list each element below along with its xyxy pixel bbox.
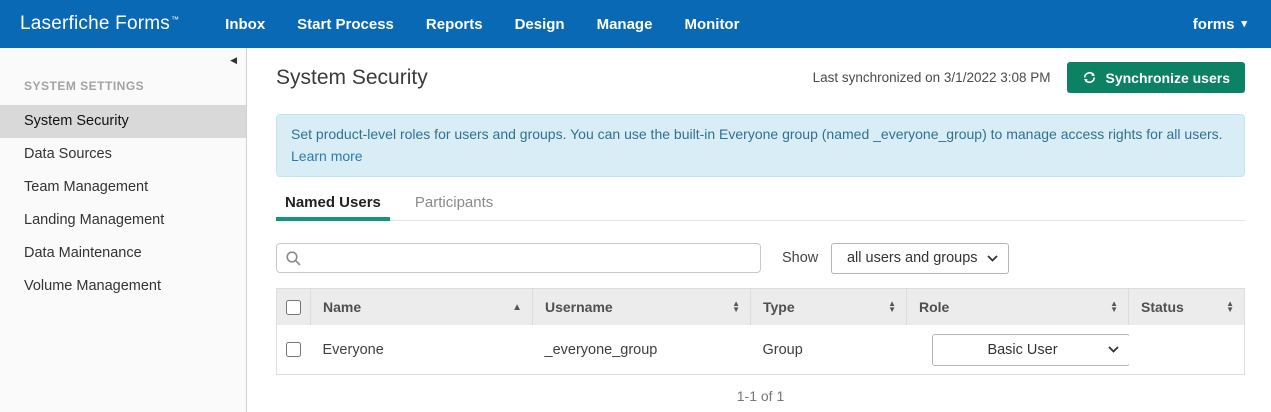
brand-text: Laserfiche Forms bbox=[20, 13, 170, 34]
nav-item-start-process[interactable]: Start Process bbox=[281, 16, 410, 33]
nav-item-reports[interactable]: Reports bbox=[410, 16, 499, 33]
column-header-username[interactable]: Username ▲ ▼ bbox=[532, 288, 751, 326]
sort-icon: ▲ ▼ bbox=[732, 299, 740, 315]
sync-refresh-icon bbox=[1083, 72, 1095, 83]
nav-item-design[interactable]: Design bbox=[499, 16, 581, 33]
users-table: Name ▲ Username ▲ ▼ Type ▲ ▼ Role ▲ ▼ Statu… bbox=[276, 287, 1245, 375]
search-box bbox=[276, 243, 761, 274]
trademark-symbol: ™ bbox=[170, 14, 180, 24]
search-icon bbox=[286, 251, 301, 266]
sidebar-item-data-sources[interactable]: Data Sources bbox=[0, 138, 246, 171]
user-account-menu[interactable]: forms ▾ bbox=[1193, 16, 1247, 33]
info-banner: Set product-level roles for users and gr… bbox=[276, 114, 1245, 177]
table-row: Everyone _everyone_group Group Basic Use… bbox=[276, 325, 1245, 375]
top-navbar: Laserfiche Forms™ Inbox Start Process Re… bbox=[0, 0, 1271, 48]
row-checkbox-cell bbox=[276, 325, 311, 375]
sidebar: ◀ SYSTEM SETTINGS System Security Data S… bbox=[0, 48, 247, 412]
column-header-status[interactable]: Status ▲ ▼ bbox=[1128, 288, 1245, 326]
caret-down-icon: ▾ bbox=[1241, 17, 1247, 30]
chevron-down-icon bbox=[1107, 346, 1119, 353]
tab-bar: Named Users Participants bbox=[276, 194, 1245, 221]
column-header-name[interactable]: Name ▲ bbox=[310, 288, 533, 326]
sidebar-section-title: SYSTEM SETTINGS bbox=[24, 79, 145, 93]
sidebar-item-system-security[interactable]: System Security bbox=[0, 105, 246, 138]
user-menu-label: forms bbox=[1192, 15, 1235, 33]
synchronize-users-label: Synchronize users bbox=[1105, 69, 1231, 86]
show-filter-value: all users and groups bbox=[846, 250, 978, 267]
info-banner-text: Set product-level roles for users and gr… bbox=[291, 126, 1223, 142]
show-filter-select[interactable]: all users and groups bbox=[831, 242, 1010, 274]
show-label: Show bbox=[782, 250, 819, 267]
main-content: System Security Last synchronized on 3/1… bbox=[248, 48, 1271, 412]
cell-role: Basic User bbox=[906, 325, 1130, 375]
sort-icon: ▲ ▼ bbox=[888, 299, 896, 315]
role-select[interactable]: Basic User bbox=[931, 333, 1130, 366]
sidebar-item-landing-management[interactable]: Landing Management bbox=[0, 204, 246, 237]
nav-item-manage[interactable]: Manage bbox=[581, 16, 669, 33]
cell-username: _everyone_group bbox=[532, 325, 751, 375]
sort-ascending-icon: ▲ bbox=[512, 301, 522, 313]
synchronize-users-button[interactable]: Synchronize users bbox=[1066, 62, 1245, 93]
pagination-text: 1-1 of 1 bbox=[736, 387, 785, 404]
chevron-down-icon bbox=[987, 255, 998, 262]
role-select-value: Basic User bbox=[987, 341, 1058, 358]
learn-more-link[interactable]: Learn more bbox=[291, 148, 363, 164]
last-synchronized-text: Last synchronized on 3/1/2022 3:08 PM bbox=[812, 70, 1051, 85]
sidebar-item-volume-management[interactable]: Volume Management bbox=[0, 270, 246, 303]
sort-icon: ▲ ▼ bbox=[1110, 299, 1118, 315]
filter-controls: Show all users and groups bbox=[276, 242, 1245, 274]
sidebar-item-team-management[interactable]: Team Management bbox=[0, 171, 246, 204]
search-input[interactable] bbox=[309, 249, 752, 268]
cell-status bbox=[1128, 325, 1245, 375]
collapse-arrow-icon: ◀ bbox=[230, 55, 237, 65]
nav-item-monitor[interactable]: Monitor bbox=[668, 16, 755, 33]
nav-item-inbox[interactable]: Inbox bbox=[209, 16, 281, 33]
sort-icon: ▲ ▼ bbox=[1226, 299, 1234, 315]
cell-name: Everyone bbox=[310, 325, 533, 375]
main-nav: Inbox Start Process Reports Design Manag… bbox=[209, 16, 755, 33]
tab-named-users[interactable]: Named Users bbox=[276, 194, 390, 221]
row-checkbox[interactable] bbox=[286, 342, 302, 358]
cell-type: Group bbox=[750, 325, 907, 375]
sidebar-item-data-maintenance[interactable]: Data Maintenance bbox=[0, 237, 246, 270]
column-header-checkbox bbox=[276, 288, 311, 326]
table-header-row: Name ▲ Username ▲ ▼ Type ▲ ▼ Role ▲ ▼ Statu… bbox=[276, 288, 1245, 326]
page-header: System Security Last synchronized on 3/1… bbox=[276, 62, 1245, 93]
page-title: System Security bbox=[276, 65, 428, 89]
app-logo[interactable]: Laserfiche Forms™ bbox=[20, 13, 179, 35]
tab-participants[interactable]: Participants bbox=[406, 194, 502, 220]
column-header-role[interactable]: Role ▲ ▼ bbox=[906, 288, 1129, 326]
sidebar-collapse-button[interactable]: ◀ bbox=[230, 55, 237, 66]
select-all-checkbox[interactable] bbox=[286, 300, 301, 316]
column-header-type[interactable]: Type ▲ ▼ bbox=[750, 288, 907, 326]
